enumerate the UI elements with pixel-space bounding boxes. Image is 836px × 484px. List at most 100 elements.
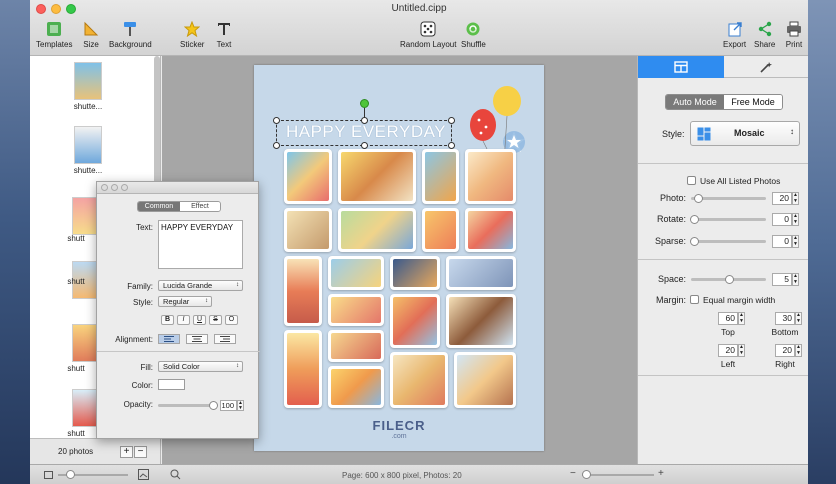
margin-right-stepper[interactable]: ▲ ▼	[795, 344, 802, 357]
sparse-input[interactable]: 0	[772, 235, 792, 248]
inspector-title-bar[interactable]	[97, 182, 258, 194]
collage-photo[interactable]	[422, 208, 459, 252]
collage-photo[interactable]	[446, 256, 516, 290]
outline-button[interactable]: O	[225, 315, 238, 325]
space-input[interactable]: 5	[772, 273, 792, 286]
fill-type-select[interactable]: Solid Color ↕	[158, 361, 243, 372]
tab-tools[interactable]	[724, 56, 809, 78]
opacity-slider-track[interactable]	[158, 404, 214, 407]
font-family-select[interactable]: Lucida Grande ↕	[158, 280, 243, 291]
collage-photo[interactable]	[338, 149, 416, 204]
add-photo-button[interactable]: +	[120, 446, 133, 458]
margin-left-stepper[interactable]: ▲ ▼	[738, 344, 745, 357]
collage-photo[interactable]	[284, 208, 332, 252]
strikethrough-button[interactable]: S	[209, 315, 222, 325]
space-stepper[interactable]: ▲ ▼	[792, 273, 799, 286]
collage-photo[interactable]	[390, 256, 440, 290]
print-button[interactable]: Print	[785, 20, 803, 49]
zoom-slider-knob[interactable]	[582, 470, 591, 479]
use-all-photos-checkbox[interactable]	[687, 176, 696, 185]
collage-photo[interactable]	[446, 294, 516, 348]
align-center-button[interactable]	[186, 334, 208, 344]
size-button[interactable]: Size	[82, 20, 100, 49]
rotate-slider-knob[interactable]	[690, 215, 699, 224]
random-layout-button[interactable]: Random Layout	[400, 20, 456, 49]
collage-photo[interactable]	[328, 366, 384, 408]
tab-effect[interactable]: Effect	[180, 202, 220, 211]
collage-photo[interactable]	[284, 256, 322, 326]
align-right-button[interactable]	[214, 334, 236, 344]
text-input[interactable]: HAPPY EVERYDAY	[158, 220, 243, 269]
margin-top-input[interactable]: 60	[718, 312, 738, 325]
tab-layout[interactable]	[638, 56, 724, 78]
zoom-slider-track[interactable]	[582, 474, 654, 476]
photo-thumbnail[interactable]	[74, 126, 102, 164]
margin-top-stepper[interactable]: ▲ ▼	[738, 312, 745, 325]
underline-button[interactable]: U	[193, 315, 206, 325]
photo-count-slider-knob[interactable]	[694, 194, 703, 203]
text-color-well[interactable]	[158, 379, 185, 390]
auto-mode-button[interactable]: Auto Mode	[666, 95, 724, 109]
photo-count-stepper[interactable]: ▲ ▼	[792, 192, 799, 205]
layout-style-select[interactable]: Mosaic ↕	[690, 121, 800, 146]
photo-count-input[interactable]: 20	[772, 192, 792, 205]
align-left-button[interactable]	[158, 334, 180, 344]
margin-bottom-input[interactable]: 30	[775, 312, 795, 325]
photo-list-scrollbar[interactable]	[154, 56, 160, 196]
photo-thumbnail[interactable]	[74, 62, 102, 100]
free-mode-button[interactable]: Free Mode	[724, 95, 782, 109]
rotate-slider-track[interactable]	[691, 218, 766, 221]
margin-right-input[interactable]: 20	[775, 344, 795, 357]
text-inspector-panel[interactable]: Common Effect Text: HAPPY EVERYDAY Famil…	[96, 181, 260, 439]
margin-left-input[interactable]: 20	[718, 344, 738, 357]
resize-handle[interactable]	[361, 142, 368, 149]
inspector-close-button[interactable]	[101, 184, 108, 191]
italic-button[interactable]: I	[177, 315, 190, 325]
share-button[interactable]: Share	[754, 20, 775, 49]
margin-bottom-stepper[interactable]: ▲ ▼	[795, 312, 802, 325]
bold-button[interactable]: B	[161, 315, 174, 325]
templates-button[interactable]: Templates	[36, 20, 72, 49]
font-style-select[interactable]: Regular ↕	[158, 296, 212, 307]
export-button[interactable]: Export	[723, 20, 746, 49]
opacity-slider-knob[interactable]	[209, 401, 218, 410]
sticker-button[interactable]: Sticker	[180, 20, 204, 49]
collage-photo[interactable]	[422, 149, 459, 204]
tab-common[interactable]: Common	[138, 202, 180, 211]
sparse-stepper[interactable]: ▲ ▼	[792, 235, 799, 248]
collage-photo[interactable]	[328, 330, 384, 362]
collage-text[interactable]: HAPPY EVERYDAY	[280, 122, 452, 142]
rotate-handle[interactable]	[360, 99, 369, 108]
resize-handle[interactable]	[273, 117, 280, 124]
remove-photo-button[interactable]: −	[134, 446, 147, 458]
collage-photo[interactable]	[465, 208, 516, 252]
sparse-slider-knob[interactable]	[690, 237, 699, 246]
shuffle-button[interactable]: Shuffle	[461, 20, 486, 49]
opacity-input[interactable]: 100	[220, 400, 237, 411]
inspector-minimize-button[interactable]	[111, 184, 118, 191]
inspector-zoom-button[interactable]	[121, 184, 128, 191]
opacity-stepper[interactable]: ▲ ▼	[237, 400, 244, 411]
resize-handle[interactable]	[273, 142, 280, 149]
space-slider-knob[interactable]	[725, 275, 734, 284]
collage-photo[interactable]	[390, 294, 440, 348]
collage-photo[interactable]	[284, 149, 332, 204]
collage-photo[interactable]	[390, 352, 448, 408]
collage-photo[interactable]	[328, 294, 384, 326]
text-button[interactable]: Text	[215, 20, 233, 49]
rotate-stepper[interactable]: ▲ ▼	[792, 213, 799, 226]
collage-photo[interactable]	[465, 149, 516, 204]
collage-page[interactable]: HAPPY EVERYDAY FILECR .com	[254, 65, 544, 451]
thumbnail-size-slider-knob[interactable]	[66, 470, 75, 479]
zoom-out-icon[interactable]: −	[570, 468, 576, 479]
collage-photo[interactable]	[328, 256, 384, 290]
equal-margin-checkbox[interactable]	[690, 295, 699, 304]
zoom-in-icon[interactable]: +	[658, 468, 664, 479]
collage-photo[interactable]	[454, 352, 516, 408]
collage-photo[interactable]	[338, 208, 416, 252]
collage-photo[interactable]	[284, 330, 322, 408]
sparse-slider-track[interactable]	[691, 240, 766, 243]
zoom-icon[interactable]	[170, 469, 181, 480]
resize-handle[interactable]	[448, 142, 455, 149]
background-button[interactable]: Background	[109, 20, 152, 49]
